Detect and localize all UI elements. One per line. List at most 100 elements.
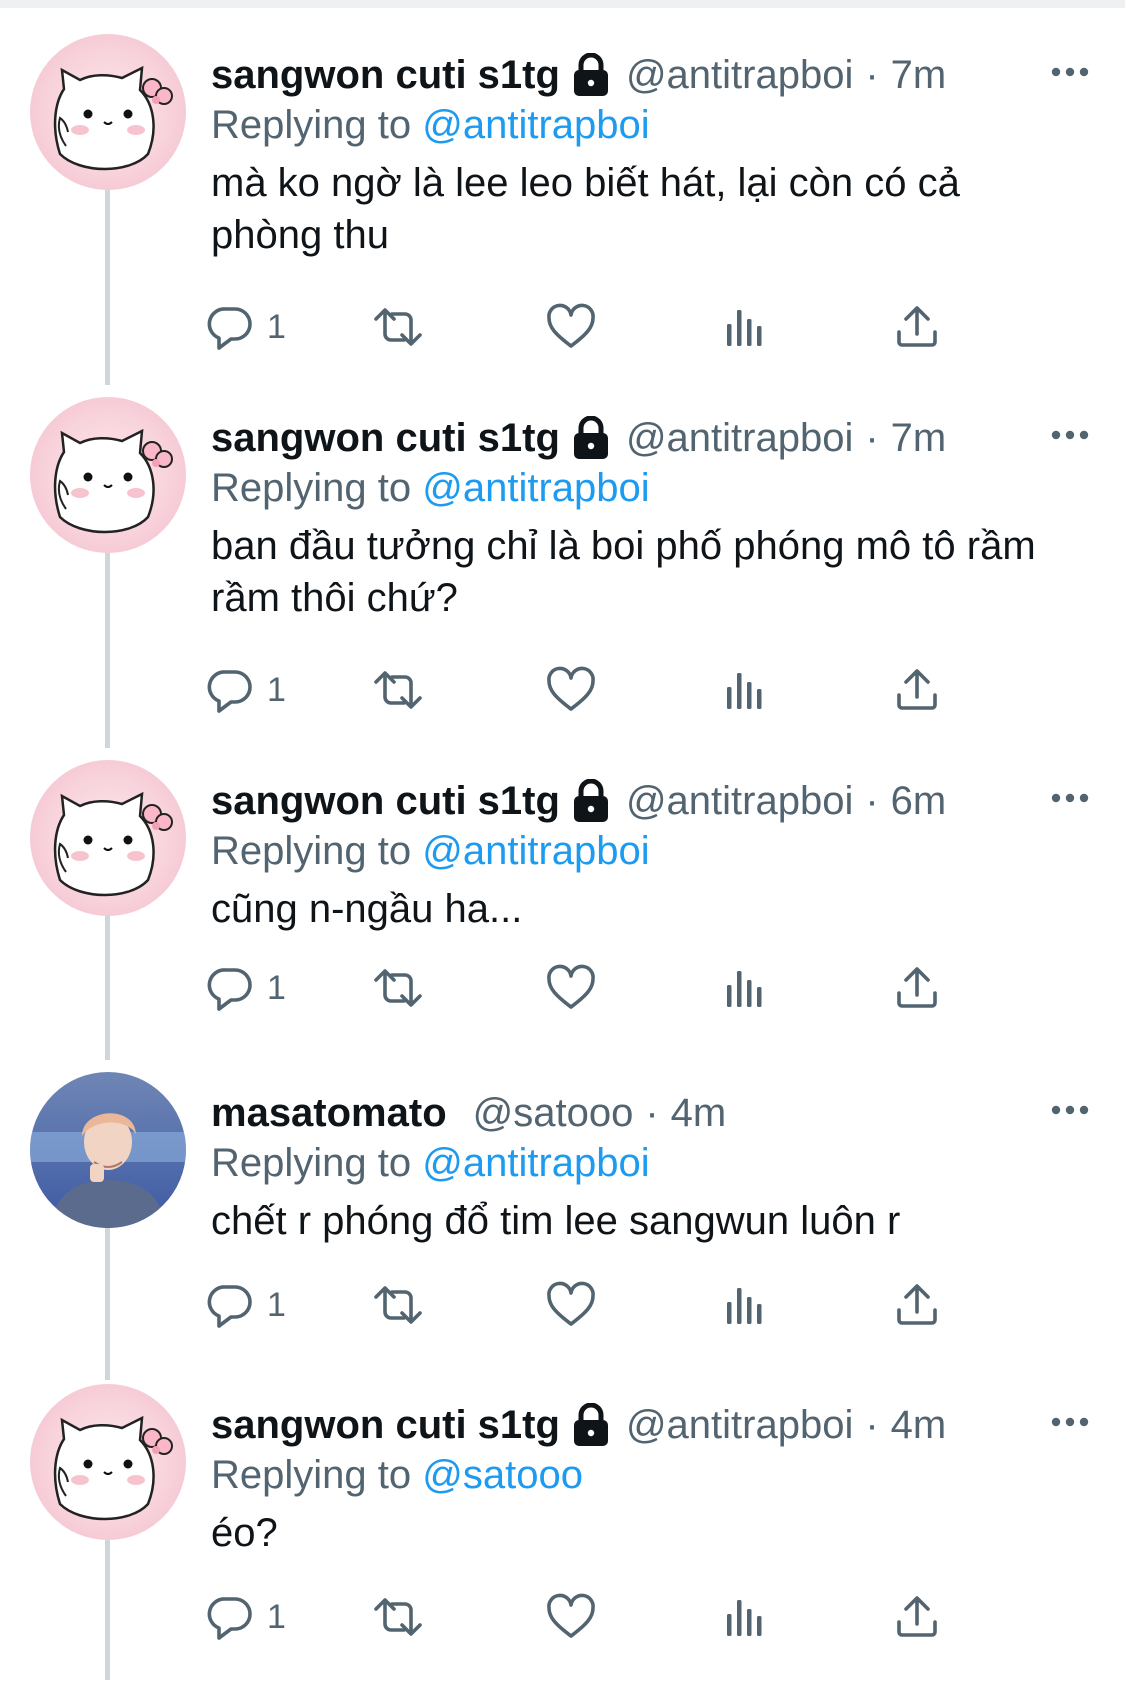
tweet[interactable]: sangwon cuti s1tg @antitrapboi · 7m Repl… bbox=[0, 12, 1125, 352]
separator-dot: · bbox=[865, 779, 879, 823]
like-button[interactable] bbox=[545, 958, 597, 1018]
tweet-text: chết r phóng đổ tim lee sangwun luôn r bbox=[211, 1199, 901, 1243]
share-button[interactable] bbox=[893, 1275, 941, 1335]
reply-button[interactable]: 1 bbox=[205, 958, 286, 1018]
tweet-text: éo? bbox=[211, 1511, 278, 1555]
reply-icon bbox=[205, 665, 255, 715]
top-divider bbox=[0, 0, 1125, 8]
reply-count: 1 bbox=[267, 1285, 286, 1324]
reply-count: 1 bbox=[267, 670, 286, 709]
tweet-header: sangwon cuti s1tg @antitrapboi · 7m bbox=[211, 50, 946, 100]
replying-to: Replying to @antitrapboi bbox=[211, 1138, 650, 1188]
replying-prefix: Replying to bbox=[211, 1453, 412, 1497]
tweet[interactable]: sangwon cuti s1tg @antitrapboi · 7m Repl… bbox=[0, 375, 1125, 715]
timestamp[interactable]: 6m bbox=[891, 776, 947, 826]
display-name[interactable]: sangwon cuti s1tg bbox=[211, 776, 560, 826]
reply-button[interactable]: 1 bbox=[205, 660, 286, 720]
reply-count: 1 bbox=[267, 307, 286, 346]
retweet-button[interactable] bbox=[371, 297, 425, 357]
reply-icon bbox=[205, 1280, 255, 1330]
analytics-button[interactable] bbox=[721, 1587, 769, 1647]
more-icon[interactable] bbox=[1045, 776, 1095, 826]
share-icon bbox=[893, 665, 941, 715]
timestamp[interactable]: 7m bbox=[891, 413, 947, 463]
display-name[interactable]: masatomato bbox=[211, 1088, 447, 1138]
share-button[interactable] bbox=[893, 660, 941, 720]
analytics-button[interactable] bbox=[721, 1275, 769, 1335]
avatar[interactable] bbox=[30, 1384, 186, 1540]
like-button[interactable] bbox=[545, 297, 597, 357]
pink-cat-avatar bbox=[30, 1384, 186, 1540]
user-handle[interactable]: @antitrapboi bbox=[626, 50, 853, 100]
reply-target-link[interactable]: @antitrapboi bbox=[422, 829, 649, 873]
analytics-icon bbox=[721, 665, 769, 715]
analytics-button[interactable] bbox=[721, 660, 769, 720]
lock-icon bbox=[570, 779, 612, 823]
user-handle[interactable]: @satooo bbox=[473, 1088, 634, 1138]
reply-button[interactable]: 1 bbox=[205, 1587, 286, 1647]
avatar[interactable] bbox=[30, 397, 186, 553]
action-bar: 1 bbox=[205, 660, 1005, 720]
user-handle[interactable]: @antitrapboi bbox=[626, 413, 853, 463]
reply-target-link[interactable]: @antitrapboi bbox=[422, 1141, 649, 1185]
action-bar: 1 bbox=[205, 1275, 1005, 1335]
separator-dot: · bbox=[645, 1091, 659, 1135]
like-button[interactable] bbox=[545, 1275, 597, 1335]
timestamp[interactable]: 7m bbox=[891, 50, 947, 100]
display-name[interactable]: sangwon cuti s1tg bbox=[211, 50, 560, 100]
analytics-button[interactable] bbox=[721, 297, 769, 357]
retweet-icon bbox=[371, 302, 425, 352]
reply-button[interactable]: 1 bbox=[205, 1275, 286, 1335]
retweet-icon bbox=[371, 1592, 425, 1642]
share-button[interactable] bbox=[893, 958, 941, 1018]
reply-icon bbox=[205, 963, 255, 1013]
tweet[interactable]: sangwon cuti s1tg @antitrapboi · 4m Repl… bbox=[0, 1362, 1125, 1702]
separator-dot: · bbox=[865, 416, 879, 460]
reply-button[interactable]: 1 bbox=[205, 297, 286, 357]
like-icon bbox=[545, 665, 597, 715]
replying-to: Replying to @antitrapboi bbox=[211, 463, 650, 513]
replying-prefix: Replying to bbox=[211, 1141, 412, 1185]
user-handle[interactable]: @antitrapboi bbox=[626, 1400, 853, 1450]
pink-cat-avatar bbox=[30, 34, 186, 190]
share-button[interactable] bbox=[893, 1587, 941, 1647]
share-button[interactable] bbox=[893, 297, 941, 357]
retweet-button[interactable] bbox=[371, 1587, 425, 1647]
display-name[interactable]: sangwon cuti s1tg bbox=[211, 1400, 560, 1450]
retweet-button[interactable] bbox=[371, 958, 425, 1018]
tweet[interactable]: masatomato @satooo · 4m Replying to @ant… bbox=[0, 1050, 1125, 1390]
avatar[interactable] bbox=[30, 34, 186, 190]
avatar[interactable] bbox=[30, 760, 186, 916]
reply-count: 1 bbox=[267, 968, 286, 1007]
more-icon[interactable] bbox=[1045, 50, 1095, 100]
display-name[interactable]: sangwon cuti s1tg bbox=[211, 413, 560, 463]
like-button[interactable] bbox=[545, 660, 597, 720]
tweet-text: mà ko ngờ là lee leo biết hát, lại còn c… bbox=[211, 161, 960, 257]
timestamp[interactable]: 4m bbox=[891, 1400, 947, 1450]
avatar[interactable] bbox=[30, 1072, 186, 1228]
share-icon bbox=[893, 1280, 941, 1330]
timestamp[interactable]: 4m bbox=[671, 1088, 727, 1138]
more-icon[interactable] bbox=[1045, 413, 1095, 463]
reply-target-link[interactable]: @satooo bbox=[422, 1453, 583, 1497]
analytics-button[interactable] bbox=[721, 958, 769, 1018]
person-photo-avatar bbox=[30, 1072, 186, 1228]
reply-target-link[interactable]: @antitrapboi bbox=[422, 466, 649, 510]
retweet-button[interactable] bbox=[371, 1275, 425, 1335]
more-icon[interactable] bbox=[1045, 1088, 1095, 1138]
replying-prefix: Replying to bbox=[211, 103, 412, 147]
like-icon bbox=[545, 963, 597, 1013]
replying-to: Replying to @antitrapboi bbox=[211, 826, 650, 876]
action-bar: 1 bbox=[205, 1587, 1005, 1647]
user-handle[interactable]: @antitrapboi bbox=[626, 776, 853, 826]
replying-prefix: Replying to bbox=[211, 466, 412, 510]
reply-target-link[interactable]: @antitrapboi bbox=[422, 103, 649, 147]
like-icon bbox=[545, 1280, 597, 1330]
tweet[interactable]: sangwon cuti s1tg @antitrapboi · 6m Repl… bbox=[0, 738, 1125, 1078]
like-button[interactable] bbox=[545, 1587, 597, 1647]
lock-icon bbox=[570, 53, 612, 97]
retweet-button[interactable] bbox=[371, 660, 425, 720]
retweet-icon bbox=[371, 1280, 425, 1330]
tweet-header: masatomato @satooo · 4m bbox=[211, 1088, 726, 1138]
more-icon[interactable] bbox=[1045, 1400, 1095, 1450]
